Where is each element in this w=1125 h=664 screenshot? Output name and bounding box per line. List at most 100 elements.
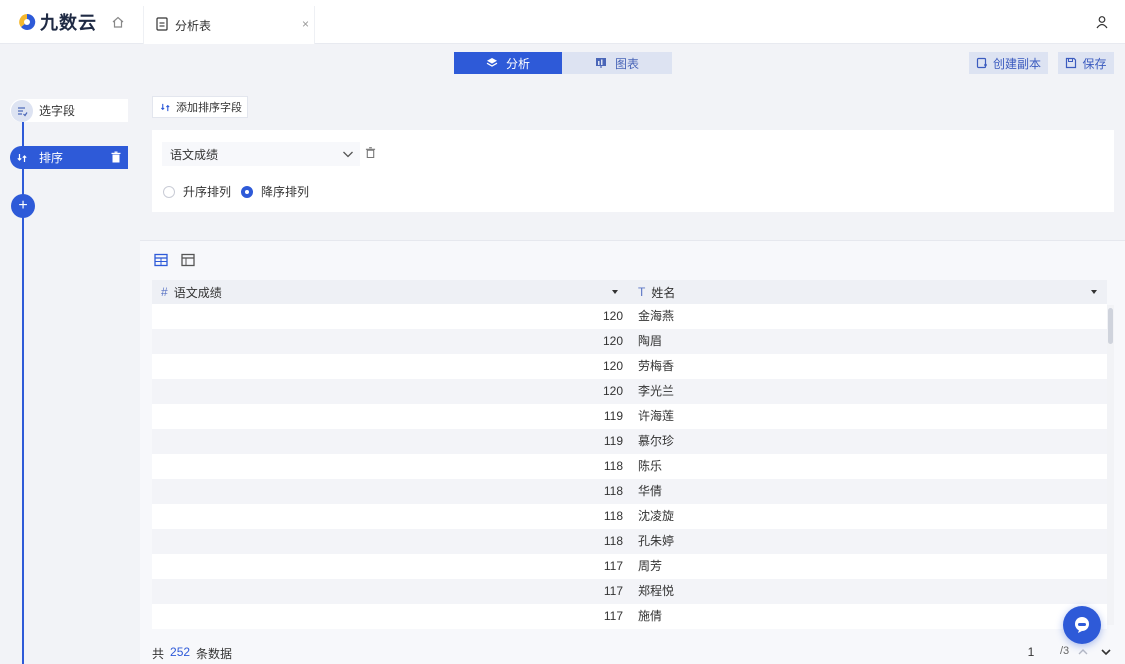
table-row: 118 沈凌旋 — [152, 504, 1107, 529]
table-row: 120 劳梅香 — [152, 354, 1107, 379]
column-header-label: 语文成绩 — [173, 285, 222, 300]
layers-icon — [486, 58, 498, 67]
cell-score: 120 — [602, 334, 623, 348]
create-copy-button[interactable]: 创建副本 — [969, 52, 1048, 74]
column-header-name[interactable]: T 姓名 — [628, 280, 1107, 304]
add-step-button[interactable]: + — [11, 194, 35, 218]
toolbar: 分析 图表 创建副本 保存 — [0, 44, 1125, 82]
cell-score: 118 — [603, 509, 623, 523]
table-row: 118 华倩 — [152, 479, 1107, 504]
page-number-input[interactable]: 1 — [1022, 645, 1040, 659]
home-icon[interactable] — [111, 15, 125, 29]
user-icon[interactable] — [1095, 15, 1109, 29]
sort-icon — [11, 146, 33, 169]
sort-add-icon — [160, 103, 170, 111]
pivot-view-icon[interactable] — [180, 253, 196, 267]
chart-toggle[interactable]: 图表 — [562, 52, 672, 74]
cell-name: 慕尔珍 — [638, 434, 675, 448]
sort-config-card: 语文成绩 升序排列 降序排列 — [152, 130, 1114, 212]
vertical-scrollbar[interactable] — [1107, 305, 1114, 625]
cell-score: 117 — [603, 609, 623, 623]
column-header-chinese-score[interactable]: # 语文成绩 — [152, 280, 628, 304]
chevron-down-icon[interactable] — [1100, 646, 1112, 658]
row-count-prefix: 共 — [152, 647, 165, 661]
chevron-down-icon — [343, 151, 353, 158]
column-header-label: 姓名 — [651, 285, 676, 300]
chevron-up-icon[interactable] — [1077, 646, 1089, 658]
copy-label: 创建副本 — [992, 56, 1041, 71]
table-row: 119 许海莲 — [152, 404, 1107, 429]
cell-name: 孔朱婷 — [638, 534, 675, 548]
document-icon — [156, 17, 168, 31]
cell-score: 120 — [602, 384, 623, 398]
cell-score: 119 — [603, 409, 623, 423]
chat-icon — [1075, 617, 1089, 633]
logo-icon — [19, 13, 36, 30]
page-total: /3 — [1060, 645, 1070, 657]
scrollbar-thumb[interactable] — [1108, 308, 1113, 344]
table-row: 117 周芳 — [152, 554, 1107, 579]
table-row: 118 孔朱婷 — [152, 529, 1107, 554]
cell-name: 华倩 — [638, 484, 663, 498]
add-sort-field-button[interactable]: 添加排序字段 — [152, 96, 248, 118]
table-row: 120 金海燕 — [152, 304, 1107, 329]
cell-name: 李光兰 — [638, 384, 675, 398]
row-count-value: 252 — [170, 645, 191, 659]
cell-name: 陈乐 — [638, 459, 663, 473]
step-sort-label: 排序 — [39, 151, 64, 165]
chart-label: 图表 — [614, 56, 639, 71]
radio-descending-circle[interactable] — [241, 185, 253, 198]
analyze-toggle[interactable]: 分析 — [454, 52, 562, 74]
add-sort-field-label: 添加排序字段 — [176, 102, 242, 114]
cell-score: 120 — [602, 309, 623, 323]
step-select-fields[interactable]: 选字段 — [10, 99, 128, 122]
table-row: 120 李光兰 — [152, 379, 1107, 404]
table-header: # 语文成绩 T 姓名 — [152, 280, 1107, 304]
logo[interactable]: 九数云 — [18, 12, 97, 33]
cell-name: 施倩 — [638, 609, 663, 623]
table-body: 120 金海燕 120 陶眉 120 劳梅香 120 李光兰 119 许海莲 119 慕尔珍… — [152, 304, 1107, 650]
cell-score: 118 — [603, 459, 623, 473]
cell-score: 117 — [603, 584, 623, 598]
row-count-suffix: 条数据 — [196, 647, 233, 661]
analyze-label: 分析 — [505, 56, 530, 71]
caret-down-icon[interactable] — [1089, 287, 1099, 297]
cell-name: 郑程悦 — [638, 584, 675, 598]
save-button[interactable]: 保存 — [1058, 52, 1114, 74]
trash-icon[interactable] — [110, 151, 122, 163]
radio-ascending-label: 升序排列 — [183, 185, 232, 199]
cell-score: 117 — [603, 559, 623, 573]
cell-score: 119 — [603, 434, 623, 448]
cell-name: 劳梅香 — [638, 359, 675, 373]
text-type-icon: T — [638, 285, 646, 299]
trash-icon[interactable] — [365, 147, 376, 158]
cell-name: 沈凌旋 — [638, 509, 675, 523]
caret-down-icon[interactable] — [610, 287, 620, 297]
save-label: 保存 — [1082, 56, 1107, 71]
tab-label: 分析表 — [175, 19, 212, 33]
top-bar: 九数云 分析表 × — [0, 0, 1125, 44]
support-chat-button[interactable] — [1063, 606, 1101, 644]
radio-ascending[interactable]: 升序排列 — [163, 183, 231, 200]
tab-analysis-table[interactable]: 分析表 × — [143, 6, 315, 44]
radio-ascending-circle[interactable] — [163, 185, 175, 198]
table-row: 118 陈乐 — [152, 454, 1107, 479]
table-row: 117 施倩 — [152, 604, 1107, 629]
chart-icon — [595, 58, 606, 68]
sort-field-select[interactable]: 语文成绩 — [162, 142, 360, 166]
logo-text: 九数云 — [40, 13, 97, 33]
sort-field-value: 语文成绩 — [170, 147, 219, 162]
radio-descending[interactable]: 降序排列 — [241, 183, 309, 200]
close-icon[interactable]: × — [302, 17, 309, 31]
cell-name: 陶眉 — [638, 334, 663, 348]
table-row: 117 郑程悦 — [152, 579, 1107, 604]
table-view-icon[interactable] — [153, 253, 169, 267]
data-table: # 语文成绩 T 姓名 120 金海燕 120 陶眉 120 劳梅香 120 李光兰 1… — [152, 280, 1107, 650]
cell-score: 120 — [602, 359, 623, 373]
cell-name: 金海燕 — [638, 309, 675, 323]
field-list-icon — [11, 99, 33, 122]
radio-descending-label: 降序排列 — [261, 185, 310, 199]
step-sort[interactable]: 排序 — [10, 146, 128, 169]
cell-score: 118 — [603, 484, 623, 498]
step-select-fields-label: 选字段 — [39, 104, 76, 118]
